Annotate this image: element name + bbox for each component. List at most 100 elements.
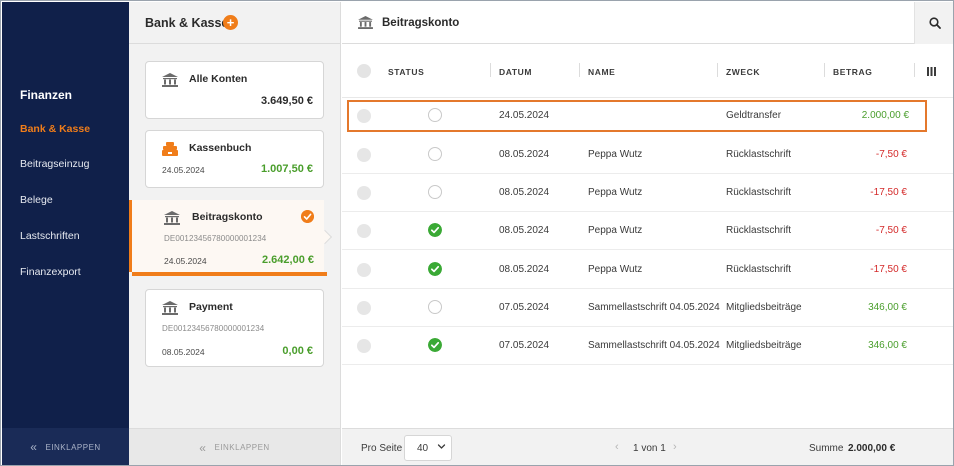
cashbox-icon [162,142,178,156]
cell-zweck: Geldtransfer [726,110,782,121]
double-chevron-left-icon: « [30,440,38,454]
account-name: Alle Konten [189,73,248,85]
account-card-kassenbuch[interactable]: Kassenbuch 24.05.2024 1.007,50 € [145,130,324,188]
column-header-datum[interactable]: DATUM [499,67,532,77]
columns-icon[interactable] [927,67,936,76]
table-footer: Pro Seite 40 ‹ 1 von 1 › Summe 2.000,00 … [342,428,953,465]
selection-pointer [317,229,333,245]
table-row-highlighted[interactable]: 24.05.2024 Geldtransfer 2.000,00 € [347,100,927,132]
account-card-payment[interactable]: Payment DE00123456780000001234 08.05.202… [145,289,324,367]
column-separator [490,63,491,77]
account-balance: 2.642,00 € [262,254,314,266]
cell-datum: 08.05.2024 [499,264,550,275]
account-balance: 0,00 € [282,345,313,357]
cell-datum: 07.05.2024 [499,302,550,313]
account-name: Payment [189,301,233,313]
nav-item-belege[interactable]: Belege [20,194,53,206]
sum-label: Summe [809,443,844,454]
status-open-icon[interactable] [428,300,442,314]
table-row[interactable]: 08.05.2024 Peppa Wutz Rücklastschrift -7… [342,136,953,174]
column-separator [824,63,825,77]
cell-datum: 07.05.2024 [499,340,550,351]
cell-name: Peppa Wutz [588,149,643,160]
account-balance: 3.649,50 € [261,95,313,107]
cell-name: Peppa Wutz [588,225,643,236]
cell-betrag: -17,50 € [870,187,907,198]
pagination-text: 1 von 1 [633,443,666,454]
cell-zweck: Rücklastschrift [726,149,792,160]
chevron-right-icon[interactable]: › [673,441,677,453]
cell-name: Peppa Wutz [588,264,643,275]
cell-name: Peppa Wutz [588,187,643,198]
row-select-toggle[interactable] [357,301,371,315]
nav-item-finanzexport[interactable]: Finanzexport [20,266,81,278]
nav-item-beitragseinzug[interactable]: Beitragseinzug [20,158,89,170]
table-row[interactable]: 08.05.2024 Peppa Wutz Rücklastschrift -1… [342,251,953,289]
column-header-zweck[interactable]: ZWECK [726,67,760,77]
cell-name: Sammellastschrift 04.05.2024 [588,302,720,313]
accounts-collapse-label: EINKLAPPEN [214,443,270,452]
cell-betrag: -7,50 € [875,149,907,160]
account-balance: 1.007,50 € [261,163,313,175]
transactions-header: Beitragskonto [342,2,953,44]
column-header-betrag[interactable]: BETRAG [833,67,873,77]
per-page-value: 40 [417,443,429,454]
nav-item-bank-kasse[interactable]: Bank & Kasse [20,123,90,135]
accounts-collapse-button[interactable]: « EINKLAPPEN [129,428,340,465]
table-row[interactable]: 08.05.2024 Peppa Wutz Rücklastschrift -7… [342,212,953,250]
account-iban: DE00123456780000001234 [164,234,267,243]
cell-datum: 08.05.2024 [499,149,550,160]
row-select-toggle[interactable] [357,148,371,162]
cell-betrag: 346,00 € [868,340,907,351]
row-select-toggle[interactable] [357,263,371,277]
column-header-name[interactable]: NAME [588,67,615,77]
add-account-button[interactable]: + [223,15,238,30]
per-page-select[interactable]: 40 [404,435,452,461]
row-select-toggle[interactable] [357,109,371,123]
cell-betrag: -7,50 € [875,225,907,236]
status-open-icon[interactable] [428,147,442,161]
cell-datum: 08.05.2024 [499,187,550,198]
nav-collapse-button[interactable]: « EINKLAPPEN [2,428,129,465]
nav-item-lastschriften[interactable]: Lastschriften [20,230,80,242]
cell-datum: 08.05.2024 [499,225,550,236]
selected-check-icon [301,210,314,223]
column-header-status[interactable]: STATUS [388,67,424,77]
row-select-toggle[interactable] [357,186,371,200]
nav-collapse-label: EINKLAPPEN [45,442,101,452]
chevron-left-icon[interactable]: ‹ [615,441,619,453]
account-card-alle-konten[interactable]: Alle Konten 3.649,50 € [145,61,324,119]
search-icon [929,17,941,29]
cell-zweck: Rücklastschrift [726,187,792,198]
selection-underline [132,272,327,276]
account-name: Beitragskonto [192,211,263,223]
column-separator [914,63,915,77]
cell-zweck: Mitgliedsbeiträge [726,340,802,351]
cell-zweck: Rücklastschrift [726,225,792,236]
status-open-icon[interactable] [428,108,442,122]
bank-icon [162,73,178,87]
table-row[interactable]: 08.05.2024 Peppa Wutz Rücklastschrift -1… [342,174,953,212]
select-all-toggle[interactable] [357,64,371,78]
status-done-check-icon[interactable] [428,338,442,352]
table-row[interactable]: 07.05.2024 Sammellastschrift 04.05.2024 … [342,327,953,365]
table-header: STATUS DATUM NAME ZWECK BETRAG [342,45,953,98]
transactions-panel: Beitragskonto STATUS DATUM NAME ZWECK BE… [342,2,953,465]
chevron-down-icon [437,444,446,449]
column-separator [579,63,580,77]
search-button[interactable] [914,2,953,44]
row-select-toggle[interactable] [357,224,371,238]
account-date: 24.05.2024 [162,165,205,175]
bank-icon [162,301,178,315]
account-name: Kassenbuch [189,142,252,154]
account-card-beitragskonto[interactable]: Beitragskonto DE00123456780000001234 24.… [129,200,333,276]
status-open-icon[interactable] [428,185,442,199]
status-done-check-icon[interactable] [428,262,442,276]
row-select-toggle[interactable] [357,339,371,353]
cell-zweck: Mitgliedsbeiträge [726,302,802,313]
status-done-check-icon[interactable] [428,223,442,237]
accounts-header: Bank & Kasse + [129,2,340,44]
cell-name: Sammellastschrift 04.05.2024 [588,340,720,351]
table-row[interactable]: 07.05.2024 Sammellastschrift 04.05.2024 … [342,289,953,327]
accounts-title: Bank & Kasse [145,16,229,30]
